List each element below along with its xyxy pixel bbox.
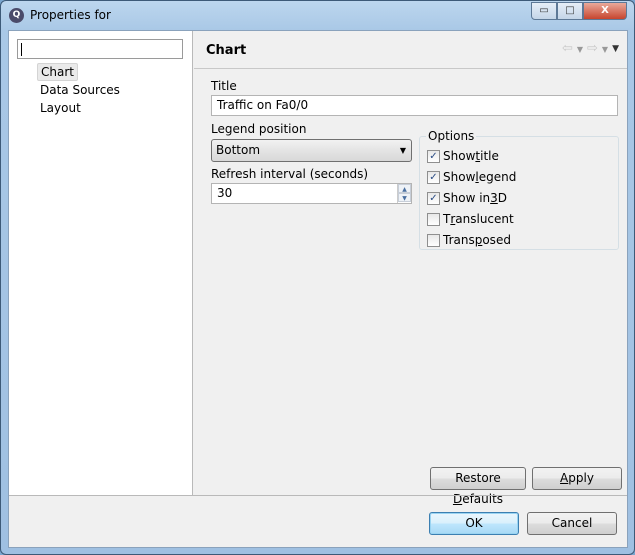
tree-item-chart[interactable]: Chart [37,63,78,81]
checkbox-icon[interactable]: ✓ [427,170,440,184]
options-label: Options [426,129,477,143]
refresh-interval-value: 30 [217,186,233,200]
text-caret [21,43,22,56]
checkbox-icon[interactable] [427,212,440,226]
tree-item-layout[interactable]: Layout [37,99,123,117]
title-input[interactable]: Traffic on Fa0/0 [211,95,618,116]
restore-defaults-button[interactable]: Restore Defaults [430,467,526,506]
option-label: itle [480,149,499,163]
checkbox-icon[interactable] [427,233,440,247]
divider [9,495,627,496]
option-checkbox-1[interactable]: ✓ Show l egend [427,170,516,184]
option-label: Show in [443,191,491,205]
btn-text: pply [568,471,594,485]
maximize-button[interactable]: □ [557,2,583,20]
title-label: Title [211,79,237,93]
sidebar: Chart Data Sources Layout [9,31,193,495]
forward-arrow-icon[interactable]: ⇨ [587,41,598,58]
window-title: Properties for [30,8,111,22]
page-title: Chart [206,43,247,58]
option-mnemonic: 3 [490,191,498,205]
properties-dialog: Q Properties for ▭ □ X Chart Data Source… [0,0,635,555]
legend-position-select[interactable]: Bottom ▼ [211,139,412,162]
tree-item-data-sources[interactable]: Data Sources [37,81,123,99]
refresh-interval-spinner[interactable]: 30 ▲ ▼ [211,183,412,204]
checkbox-icon[interactable]: ✓ [427,149,440,163]
page-panel: Chart ⇦ ▼ ⇨ ▼ ▼ Title Traffic on Fa0/0 L… [194,31,627,506]
option-checkbox-4[interactable]: Trans p osed [427,233,511,247]
refresh-interval-label: Refresh interval (seconds) [211,167,369,181]
spin-down-icon[interactable]: ▼ [398,193,411,202]
option-label: egend [478,170,517,184]
option-mnemonic: p [474,233,483,247]
option-checkbox-3[interactable]: Tr anslucent [427,212,514,226]
checkbox-icon[interactable]: ✓ [427,191,440,205]
option-label: D [497,191,508,205]
option-label: T [443,212,451,226]
ok-button[interactable]: OK [429,512,519,535]
option-checkbox-2[interactable]: ✓ Show in 3D [427,191,507,205]
forward-dropdown-icon[interactable]: ▼ [602,41,608,58]
close-button[interactable]: X [583,2,627,20]
apply-button[interactable]: Apply [532,467,622,490]
option-label: Show [443,170,476,184]
spin-up-icon[interactable]: ▲ [398,184,411,193]
dialog-client: Chart Data Sources Layout Chart ⇦ ▼ ⇨ ▼ … [8,30,628,548]
option-label: anslucent [455,212,514,226]
back-dropdown-icon[interactable]: ▼ [577,41,583,58]
title-bar: Q Properties for ▭ □ X [1,1,634,31]
option-label: Trans [443,233,475,247]
legend-position-value: Bottom [216,143,261,157]
option-label: Show [443,149,476,163]
legend-position-label: Legend position [211,122,307,136]
btn-text: Restore [455,471,501,485]
page-header: Chart ⇦ ▼ ⇨ ▼ ▼ [194,31,627,69]
minimize-button[interactable]: ▭ [531,2,557,20]
view-menu-icon[interactable]: ▼ [612,41,619,58]
back-arrow-icon[interactable]: ⇦ [562,41,573,58]
option-checkbox-0[interactable]: ✓ Show t itle [427,149,499,163]
cancel-button[interactable]: Cancel [527,512,617,535]
chevron-down-icon: ▼ [399,146,406,155]
page-tree: Chart Data Sources Layout [37,63,123,117]
options-group: Options ✓ Show t itle ✓ Show l egend ✓ Show in … [419,129,619,250]
filter-input[interactable] [17,39,183,59]
app-icon: Q [9,8,24,23]
option-label: osed [482,233,511,247]
